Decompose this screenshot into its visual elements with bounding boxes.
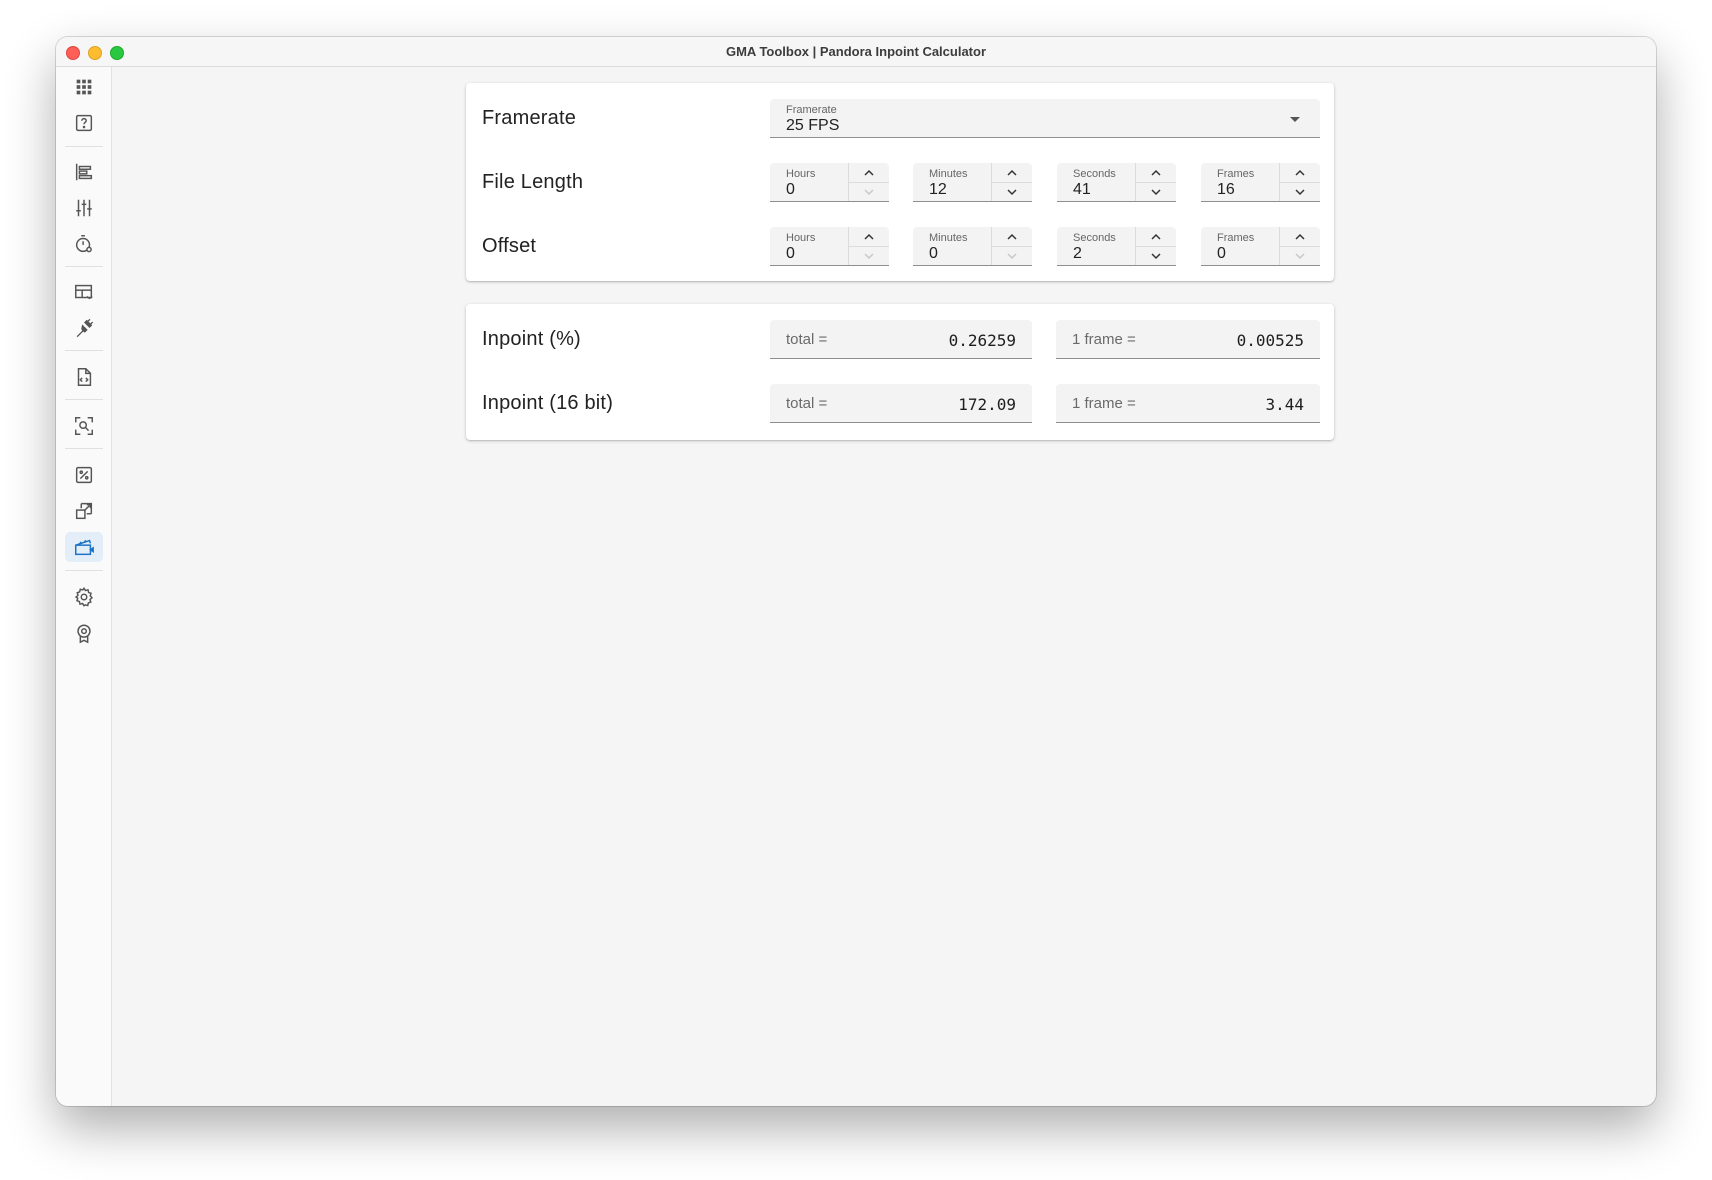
plug-icon[interactable] bbox=[65, 313, 103, 343]
inpoint-16bit-frame-value: 3.44 bbox=[1265, 395, 1304, 414]
title-bar: GMA Toolbox | Pandora Inpoint Calculator bbox=[56, 37, 1656, 67]
search-scan-icon[interactable] bbox=[65, 411, 103, 441]
file-length-seconds-stepper[interactable]: Seconds 41 bbox=[1057, 163, 1176, 202]
inpoint-16bit-label: Inpoint (16 bit) bbox=[482, 392, 614, 414]
frame-prefix: 1 frame = bbox=[1072, 395, 1136, 412]
table-icon[interactable] bbox=[65, 277, 103, 307]
offset-frames-stepper[interactable]: Frames 0 bbox=[1201, 227, 1320, 266]
frames-value[interactable]: 16 bbox=[1217, 181, 1235, 199]
decrement-chevron-down-icon[interactable] bbox=[1136, 182, 1176, 201]
framerate-select[interactable]: Framerate 25 FPS bbox=[770, 99, 1320, 138]
decrement-chevron-down-icon[interactable] bbox=[1136, 246, 1176, 265]
inpoint-percent-label: Inpoint (%) bbox=[482, 328, 581, 350]
inpoint-16bit-total-value: 172.09 bbox=[958, 395, 1016, 414]
timer-icon[interactable] bbox=[65, 229, 103, 259]
apps-grid-icon[interactable] bbox=[65, 72, 103, 102]
increment-chevron-up-icon[interactable] bbox=[849, 163, 889, 183]
gear-icon[interactable] bbox=[65, 582, 103, 612]
hours-value[interactable]: 0 bbox=[786, 181, 795, 199]
inpoint-percent-frame-value: 0.00525 bbox=[1236, 331, 1304, 350]
window-title: GMA Toolbox | Pandora Inpoint Calculator bbox=[725, 44, 987, 59]
minutes-label: Minutes bbox=[929, 232, 968, 244]
file-length-label: File Length bbox=[482, 171, 584, 193]
seconds-label: Seconds bbox=[1073, 232, 1116, 244]
framerate-label: Framerate bbox=[482, 107, 577, 129]
frames-label: Frames bbox=[1217, 168, 1255, 180]
maximize-window-button[interactable] bbox=[110, 46, 124, 60]
inpoint-percent-total-field: total = 0.26259 bbox=[770, 320, 1032, 359]
seconds-value[interactable]: 41 bbox=[1073, 181, 1091, 199]
minimize-window-button[interactable] bbox=[88, 46, 102, 60]
total-prefix: total = bbox=[786, 331, 828, 348]
increment-chevron-up-icon[interactable] bbox=[1280, 227, 1320, 247]
resize-icon[interactable] bbox=[65, 496, 103, 526]
offset-hours-stepper[interactable]: Hours 0 bbox=[770, 227, 889, 266]
minutes-label: Minutes bbox=[929, 168, 968, 180]
decrement-chevron-down-icon[interactable] bbox=[849, 246, 889, 265]
hours-label: Hours bbox=[786, 232, 816, 244]
file-length-minutes-stepper[interactable]: Minutes 12 bbox=[913, 163, 1032, 202]
decrement-chevron-down-icon[interactable] bbox=[992, 182, 1032, 201]
decrement-chevron-down-icon[interactable] bbox=[1280, 182, 1320, 201]
frame-prefix: 1 frame = bbox=[1072, 331, 1136, 348]
sidebar bbox=[56, 67, 112, 1106]
total-prefix: total = bbox=[786, 395, 828, 412]
window-controls bbox=[66, 46, 124, 60]
increment-chevron-up-icon[interactable] bbox=[1280, 163, 1320, 183]
offset-minutes-stepper[interactable]: Minutes 0 bbox=[913, 227, 1032, 266]
offset-label: Offset bbox=[482, 235, 537, 257]
inpoint-16bit-frame-field: 1 frame = 3.44 bbox=[1056, 384, 1320, 423]
decrement-chevron-down-icon[interactable] bbox=[992, 246, 1032, 265]
settings-card: Framerate Framerate 25 FPS File Length H… bbox=[466, 83, 1334, 281]
minutes-value[interactable]: 0 bbox=[929, 245, 938, 263]
increment-chevron-up-icon[interactable] bbox=[992, 227, 1032, 247]
app-window: GMA Toolbox | Pandora Inpoint Calculator bbox=[56, 37, 1656, 1106]
dropdown-arrow-icon[interactable] bbox=[1290, 117, 1300, 122]
inpoint-percent-frame-field: 1 frame = 0.00525 bbox=[1056, 320, 1320, 359]
close-window-button[interactable] bbox=[66, 46, 80, 60]
video-clapper-icon[interactable] bbox=[65, 532, 103, 562]
offset-seconds-stepper[interactable]: Seconds 2 bbox=[1057, 227, 1176, 266]
decrement-chevron-down-icon[interactable] bbox=[849, 182, 889, 201]
frames-label: Frames bbox=[1217, 232, 1255, 244]
minutes-value[interactable]: 12 bbox=[929, 181, 947, 199]
percent-icon[interactable] bbox=[65, 460, 103, 490]
seconds-label: Seconds bbox=[1073, 168, 1116, 180]
hours-label: Hours bbox=[786, 168, 816, 180]
increment-chevron-up-icon[interactable] bbox=[849, 227, 889, 247]
inpoint-percent-total-value: 0.26259 bbox=[948, 331, 1016, 350]
code-file-icon[interactable] bbox=[65, 362, 103, 392]
help-icon[interactable] bbox=[65, 108, 103, 138]
seconds-value[interactable]: 2 bbox=[1073, 245, 1082, 263]
main-content: Framerate Framerate 25 FPS File Length H… bbox=[112, 67, 1656, 1106]
file-length-hours-stepper[interactable]: Hours 0 bbox=[770, 163, 889, 202]
file-length-frames-stepper[interactable]: Frames 16 bbox=[1201, 163, 1320, 202]
frames-value[interactable]: 0 bbox=[1217, 245, 1226, 263]
framerate-field-label: Framerate bbox=[786, 104, 837, 116]
increment-chevron-up-icon[interactable] bbox=[992, 163, 1032, 183]
hours-value[interactable]: 0 bbox=[786, 245, 795, 263]
decrement-chevron-down-icon[interactable] bbox=[1280, 246, 1320, 265]
inpoint-16bit-total-field: total = 172.09 bbox=[770, 384, 1032, 423]
sliders-icon[interactable] bbox=[65, 193, 103, 223]
framerate-value: 25 FPS bbox=[786, 117, 840, 134]
align-left-icon[interactable] bbox=[65, 157, 103, 187]
results-card: Inpoint (%) total = 0.26259 1 frame = 0.… bbox=[466, 304, 1334, 440]
increment-chevron-up-icon[interactable] bbox=[1136, 163, 1176, 183]
increment-chevron-up-icon[interactable] bbox=[1136, 227, 1176, 247]
badge-icon[interactable] bbox=[65, 618, 103, 648]
